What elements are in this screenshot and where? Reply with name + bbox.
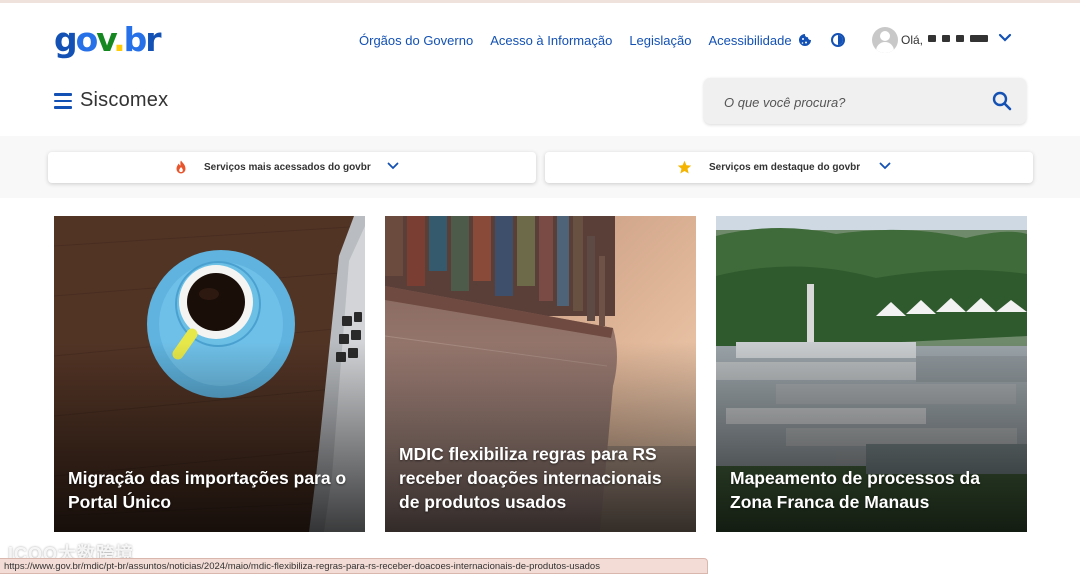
status-url: https://www.gov.br/mdic/pt-br/assuntos/n… <box>4 561 600 572</box>
status-url-bar: https://www.gov.br/mdic/pt-br/assuntos/n… <box>0 558 708 574</box>
chevron-down-icon <box>387 162 399 170</box>
top-border <box>0 0 1080 3</box>
search-input[interactable] <box>722 90 976 114</box>
link-acesso-a-informacao[interactable]: Acesso à Informação <box>490 33 612 48</box>
govbr-logo[interactable]: gov.br <box>54 20 162 60</box>
chevron-down-icon[interactable] <box>998 33 1012 43</box>
avatar[interactable] <box>872 27 898 53</box>
news-card-portal-unico[interactable]: Migração das importações para o Portal Ú… <box>54 216 365 532</box>
search-box <box>704 78 1026 124</box>
user-name-masked <box>928 35 988 42</box>
link-orgaos-do-governo[interactable]: Órgãos do Governo <box>359 33 473 48</box>
search-icon[interactable] <box>992 91 1012 111</box>
services-featured-dropdown[interactable]: Serviços em destaque do govbr <box>545 152 1033 183</box>
menu-icon[interactable] <box>54 93 72 109</box>
contrast-icon[interactable] <box>831 31 849 49</box>
link-acessibilidade[interactable]: Acessibilidade <box>708 33 791 48</box>
fire-icon <box>176 160 186 174</box>
star-icon <box>677 160 692 174</box>
link-legislacao[interactable]: Legislação <box>629 33 691 48</box>
user-greeting: Olá, <box>901 33 924 47</box>
services-most-accessed-label: Serviços mais acessados do govbr <box>204 162 371 173</box>
news-card-mdic-rs[interactable]: MDIC flexibiliza regras para RS receber … <box>385 216 696 532</box>
site-title[interactable]: Siscomex <box>80 89 168 112</box>
news-card-zona-franca[interactable]: Mapeamento de processos da Zona Franca d… <box>716 216 1027 532</box>
news-card-title: Migração das importações para o Portal Ú… <box>68 468 347 512</box>
news-card-title: Mapeamento de processos da Zona Franca d… <box>730 468 980 512</box>
services-featured-label: Serviços em destaque do govbr <box>709 162 861 173</box>
top-links: Órgãos do Governo Acesso à Informação Le… <box>359 33 809 48</box>
news-card-title: MDIC flexibiliza regras para RS receber … <box>399 444 662 512</box>
cookie-icon[interactable] <box>798 31 816 49</box>
services-most-accessed-dropdown[interactable]: Serviços mais acessados do govbr <box>48 152 536 183</box>
chevron-down-icon <box>879 162 891 170</box>
